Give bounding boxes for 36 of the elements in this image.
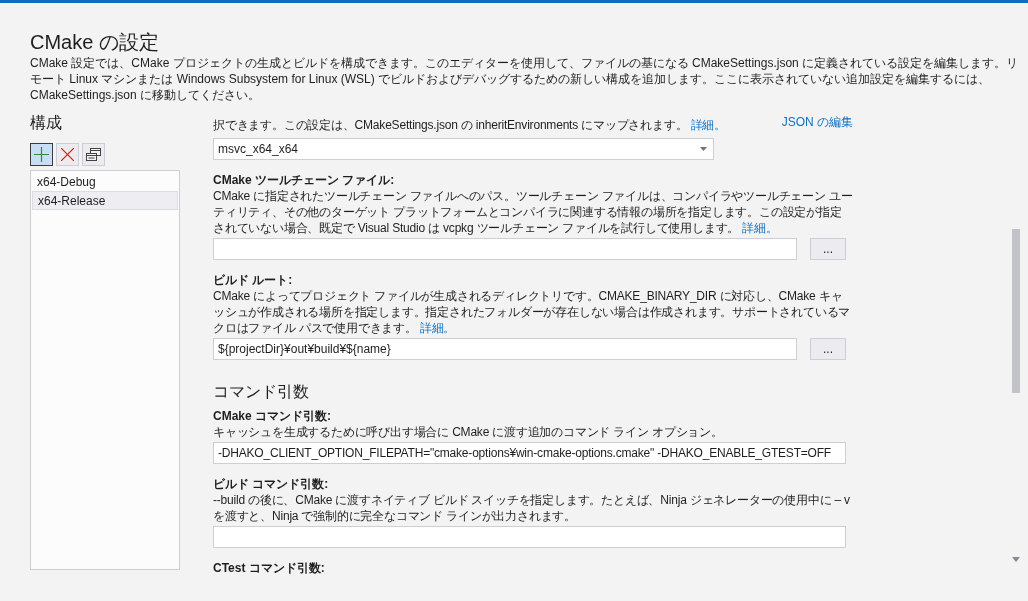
setting-description: CMake によってプロジェクト ファイルが生成されるディレクトリです。CMAKE_BINARY_DIR に対応し、CMake キャッシュが作成される場所を指定します。指定されたフォルダーが存在しない場合は作成されます。サポートされているマクロはファイル パスで使用できます。 詳細。	[213, 288, 852, 336]
configuration-item[interactable]: x64-Release	[32, 191, 178, 210]
delete-button[interactable]	[56, 143, 79, 166]
add-button[interactable]	[30, 143, 53, 166]
setting-label: CMake ツールチェーン ファイル:	[213, 172, 396, 188]
plus-icon	[34, 147, 49, 162]
setting-description: CMake に指定されたツールチェーン ファイルへのパス。ツールチェーン ファイルは、コンパイラやツールチェーン ユーティリティ、その他のターゲット プラットフォームとコンパイラに関連する情報の場所を指定します。この設定が指定されていない場合、既定で Visual Studio は vcpkg ツールチェーン ファイルを試行して使用します。 詳細。	[213, 188, 853, 236]
configuration-item[interactable]: x64-Debug	[32, 172, 178, 191]
page-title: CMake の設定	[30, 30, 160, 55]
setting-label: CMake コマンド引数:	[213, 408, 332, 424]
details-link[interactable]: 詳細。	[690, 118, 726, 132]
browse-button[interactable]: ...	[810, 238, 846, 260]
setting-description: --build の後に、CMake に渡すネイティブ ビルド スイッチを指定します。たとえば、Ninja ジェネレーターの使用中に – v を渡すと、Ninja で強制的に完全なコマンド ラインが出力されます。	[213, 492, 851, 524]
copy-icon	[86, 148, 101, 161]
edit-json-link[interactable]: JSON の編集	[781, 114, 853, 130]
setting-label: CTest コマンド引数:	[213, 560, 326, 576]
section-heading: コマンド引数	[213, 382, 310, 402]
toolset-dropdown[interactable]: msvc_x64_x64	[213, 138, 714, 160]
close-icon	[61, 148, 74, 161]
input-field[interactable]: -DHAKO_CLIENT_OPTION_FILEPATH="cmake-options¥win-cmake-options.cmake" -DHAKO_ENABLE_GTEST=OFF	[213, 442, 846, 464]
page-description: CMake 設定では、CMake プロジェクトの生成とビルドを構成できます。このエディターを使用して、ファイルの基になる CMakeSettings.json に定義されている設定を編集します。リモート Linux マシンまたは Windows Subsystem for Linux (WSL) でビルドおよびデバッグするための新しい構成を追加します。ここに表示されていない追加設定を編集するには、CMakeSettings.json に移動してください。	[30, 55, 1020, 103]
details-link[interactable]: 詳細。	[742, 221, 778, 235]
setting-label: ビルド ルート:	[213, 272, 294, 288]
browse-button[interactable]: ...	[810, 338, 846, 360]
input-field[interactable]	[213, 238, 797, 260]
setting-description: 択できます。この設定は、CMakeSettings.json の inheritEnvironments にマップされます。 詳細。	[213, 117, 726, 133]
scroll-down-icon[interactable]	[1012, 557, 1020, 562]
copy-button[interactable]	[82, 143, 105, 166]
input-field[interactable]	[213, 526, 846, 548]
configurations-heading: 構成	[30, 113, 63, 133]
setting-label: ビルド コマンド引数:	[213, 476, 330, 492]
setting-description: キャッシュを生成するために呼び出す場合に CMake に渡す追加のコマンド ライン オプション。	[213, 424, 723, 440]
caret-down-icon	[700, 147, 707, 151]
input-field[interactable]: ${projectDir}¥out¥build¥${name}	[213, 338, 797, 360]
details-link[interactable]: 詳細。	[419, 321, 456, 335]
scrollbar-thumb[interactable]	[1012, 229, 1020, 393]
